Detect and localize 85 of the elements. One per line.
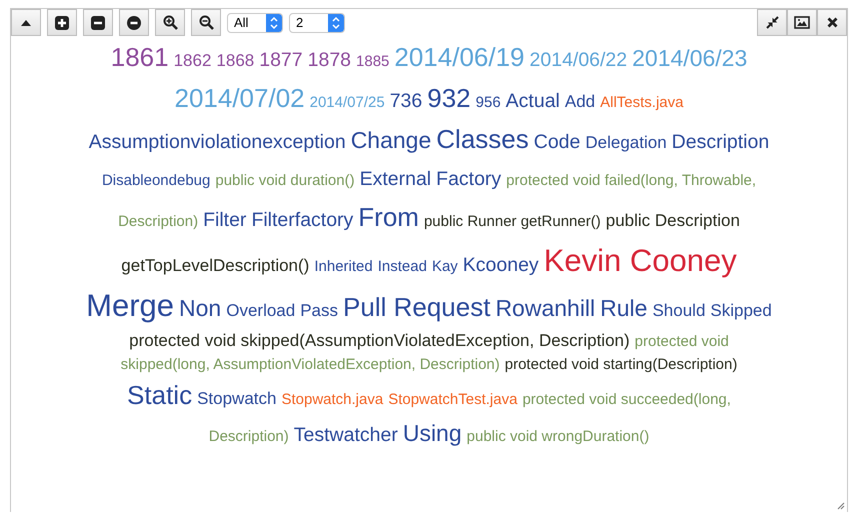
triangle-up-icon: [21, 20, 31, 26]
cloud-word: 2014/07/02: [174, 82, 305, 116]
cloud-word: 2014/06/19: [394, 41, 525, 74]
cloud-word: 2014/06/23: [632, 44, 748, 73]
plus-square-icon: [55, 16, 69, 30]
cloud-word: Stopwatch.java: [281, 390, 384, 410]
cloud-word: Non: [179, 294, 222, 324]
cloud-word: Using: [402, 419, 462, 448]
zoom-out-button[interactable]: [191, 9, 221, 36]
cloud-word: Code: [534, 130, 580, 156]
cloud-word: StopwatchTest.java: [388, 390, 518, 410]
cloud-word: AllTests.java: [600, 93, 684, 114]
cloud-word: 736: [390, 89, 422, 114]
cloud-word: Description): [208, 427, 289, 448]
cloud-word: Disableondebug: [102, 171, 210, 192]
cloud-word: Kevin Cooney: [544, 242, 737, 280]
cloud-word: public void duration(): [215, 171, 355, 192]
cloud-word: Assumptionviolationexception: [88, 130, 346, 156]
cloud-word: Classes: [436, 123, 529, 156]
cloud-word: 1861: [110, 41, 169, 74]
cloud-word: public void wrongDuration(): [466, 427, 650, 448]
cloud-word: Kcooney: [462, 253, 539, 278]
filter-select[interactable]: 2: [289, 12, 345, 32]
cloud-word: Pull Request: [343, 291, 490, 324]
collapse-button[interactable]: [11, 9, 41, 36]
cloud-word: Overload: [226, 300, 296, 322]
cloud-word: 1877: [259, 48, 303, 73]
shrink-arrows-icon: [766, 16, 778, 29]
cloud-word: 1885: [356, 52, 390, 72]
minus-circle-icon: [127, 16, 141, 30]
expand-all-button[interactable]: [47, 9, 77, 36]
resize-grip-icon: [837, 502, 845, 510]
cloud-word: Delegation: [585, 132, 667, 154]
cloud-word: public Runner getRunner(): [424, 212, 601, 232]
cloud-word: protected void starting(Description): [504, 354, 738, 375]
filter-select[interactable]: All: [227, 12, 283, 32]
cloud-word: public Description: [606, 210, 740, 232]
cloud-word: protected void: [634, 332, 729, 352]
cloud-word: Pass: [300, 300, 338, 322]
cloud-word: 932: [427, 82, 471, 116]
cloud-word: skipped(long, AssumptionViolatedException, Description): [120, 354, 500, 375]
close-icon: [826, 17, 838, 28]
cloud-word: Actual: [506, 89, 560, 114]
cloud-word: Description: [672, 130, 770, 156]
cloud-word: 956: [476, 93, 501, 114]
image-export-button[interactable]: [787, 9, 817, 36]
cloud-word: 1862: [174, 50, 212, 72]
cloud-word: Rowanhill: [495, 294, 596, 324]
zoom-in-icon: [162, 15, 178, 30]
cloud-word: External: [360, 167, 432, 192]
cloud-word: Inherited: [314, 257, 373, 278]
collapse-all-button[interactable]: [83, 9, 113, 36]
shrink-button[interactable]: [757, 9, 787, 36]
cloud-word: 2014/07/25: [310, 93, 385, 114]
cloud-word: protected void succeeded(long,: [522, 390, 731, 410]
cloud-word: Filterfactory: [251, 208, 354, 234]
cloud-word: From: [358, 201, 419, 234]
cloud-word: 2014/06/22: [530, 48, 628, 73]
cloud-word: Add: [564, 91, 596, 114]
cloud-word: Description): [118, 212, 198, 232]
caret-icon: [266, 14, 282, 32]
cloud-word: Instead: [378, 257, 427, 278]
cloud-word: protected void failed(long, Throwable,: [506, 171, 756, 192]
cloud-word: protected void skipped(AssumptionViolatedException, Description): [129, 330, 630, 352]
cloud-word: 1868: [216, 50, 254, 72]
cloud-word: getTopLevelDescription(): [121, 255, 310, 278]
close-button[interactable]: [817, 9, 847, 36]
cloud-word: Static: [127, 379, 192, 412]
cloud-word: Rule: [600, 294, 648, 324]
cloud-word: Should: [652, 300, 706, 322]
cloud-word: Change: [350, 126, 432, 156]
caret-icon: [328, 14, 344, 32]
cloud-word: Kay: [432, 257, 458, 278]
image-icon: [794, 16, 810, 29]
remove-button[interactable]: [119, 9, 149, 36]
cloud-word: Merge: [86, 287, 174, 326]
cloud-word: Filter: [203, 208, 246, 234]
cloud-word: Testwatcher: [294, 423, 398, 448]
cloud-word: Factory: [436, 167, 502, 192]
cloud-word: 1878: [308, 48, 352, 73]
cloud-word: Skipped: [710, 300, 772, 322]
minus-square-icon: [91, 16, 105, 30]
zoom-in-button[interactable]: [155, 9, 185, 36]
zoom-out-icon: [198, 15, 214, 30]
cloud-word: Stopwatch: [197, 388, 276, 410]
